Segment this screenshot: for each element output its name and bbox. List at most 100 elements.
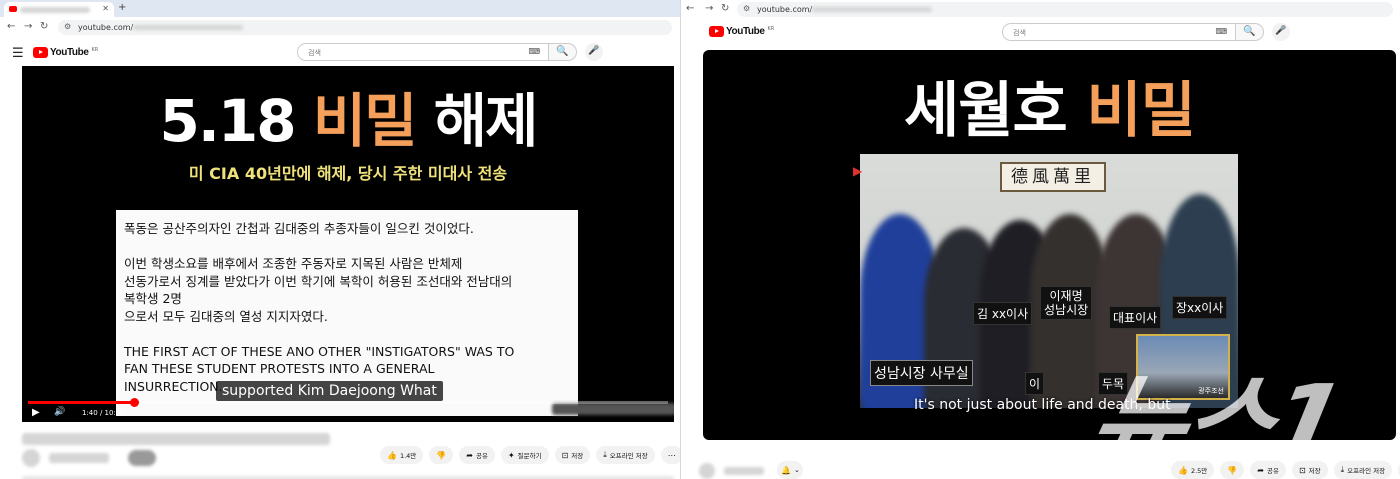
- reload-icon[interactable]: ↻: [721, 3, 729, 14]
- ask-icon: ✦: [507, 450, 515, 460]
- youtube-wordmark: YouTube: [50, 47, 89, 58]
- like-icon: 👍: [387, 450, 397, 460]
- reload-icon[interactable]: ↻: [40, 21, 48, 32]
- headline-part-2: 해제: [415, 87, 539, 155]
- youtube-header: YouTube KR 검색 ⌨ 🔍 🎤: [681, 20, 1400, 46]
- url-field[interactable]: ⚙ youtube.com/: [737, 2, 1393, 17]
- keyboard-icon[interactable]: ⌨: [528, 47, 540, 56]
- share-icon: ➦: [1257, 465, 1264, 475]
- bell-icon: 🔔: [781, 465, 791, 475]
- search-placeholder: 검색: [1013, 29, 1026, 37]
- dislike-button[interactable]: 👎: [1220, 461, 1245, 479]
- url-text: youtube.com/: [757, 5, 813, 14]
- site-info-icon[interactable]: ⚙: [64, 22, 71, 31]
- headline-part-1: 5.18: [159, 87, 313, 155]
- video-player[interactable]: 5.18 비밀 해제 미 CIA 40년만에 해제, 당시 주한 미대사 전송 …: [22, 66, 674, 422]
- document-line: THE FIRST ACT OF THESE ANO OTHER "INSTIG…: [124, 343, 515, 359]
- keyboard-icon[interactable]: ⌨: [1215, 27, 1227, 36]
- download-button[interactable]: ⤓ 오프라인 저장: [1333, 461, 1393, 479]
- headline-accent: 비밀: [312, 87, 418, 155]
- voice-search-button[interactable]: 🎤: [585, 43, 603, 61]
- save-button[interactable]: ⊡ 저장: [554, 446, 591, 464]
- like-button[interactable]: 👍 1.4만: [380, 446, 424, 464]
- url-blurred: [812, 7, 933, 12]
- label-ceo: 대표이사: [1109, 306, 1162, 329]
- site-info-icon[interactable]: ⚙: [743, 4, 750, 13]
- new-tab-icon[interactable]: +: [118, 2, 126, 13]
- headline-accent: 비밀: [1086, 76, 1196, 146]
- progress-fill: [28, 401, 134, 404]
- youtube-logo[interactable]: YouTube KR: [33, 47, 98, 58]
- voice-search-button[interactable]: 🎤: [1272, 23, 1290, 41]
- search-input[interactable]: 검색 ⌨: [1002, 23, 1236, 41]
- url-blurred: [133, 25, 244, 30]
- like-label: 2.5만: [1190, 467, 1208, 475]
- share-label: 공유: [475, 452, 488, 460]
- download-label: 오프라인 저장: [1347, 467, 1386, 475]
- browser-tab[interactable]: ✕: [4, 2, 114, 17]
- notification-bell-button[interactable]: 🔔 ⌄: [777, 461, 803, 479]
- channel-info-blurred: [22, 447, 157, 467]
- save-icon: ⊡: [561, 450, 569, 460]
- time-display: 1:40 / 10:06: [82, 409, 125, 417]
- address-bar-row: ← → ↻ ⚙ youtube.com/: [681, 0, 1400, 18]
- search-placeholder: 검색: [308, 49, 321, 57]
- ask-button[interactable]: ✦ 질문하기: [500, 446, 549, 464]
- save-label: 저장: [571, 452, 584, 460]
- youtube-logo[interactable]: YouTube KR: [709, 26, 774, 37]
- like-button[interactable]: 👍 2.5만: [1171, 461, 1215, 479]
- search-button[interactable]: 🔍: [1236, 23, 1264, 41]
- forward-icon[interactable]: →: [24, 21, 32, 32]
- mic-icon: 🎤: [588, 46, 600, 56]
- news1-watermark: 뉴스1: [1078, 362, 1350, 479]
- volume-icon[interactable]: 🔊: [54, 407, 65, 417]
- forward-icon[interactable]: →: [705, 3, 713, 14]
- document-line: FAN THESE STUDENT PROTESTS INTO A GENERA…: [124, 361, 435, 376]
- channel-avatar[interactable]: [22, 448, 40, 467]
- label-kim: 김 xx이사: [973, 302, 1033, 325]
- menu-icon[interactable]: ☰: [12, 46, 24, 61]
- ask-label: 질문하기: [517, 452, 542, 460]
- share-button[interactable]: ➦ 공유: [459, 446, 495, 464]
- region-code: KR: [91, 47, 99, 53]
- left-browser-window: ✕ + ← → ↻ ⚙ youtube.com/ ☰ YouTube KR 검색…: [0, 0, 680, 479]
- dislike-icon: 👎: [436, 450, 447, 460]
- progress-bar[interactable]: [28, 398, 668, 407]
- tab-strip: ✕ +: [0, 0, 680, 17]
- download-icon: ⤓: [603, 450, 607, 459]
- video-actions: 👍2.5만👎➦공유⊡저장⤓오프라인 저장⋯: [1171, 461, 1400, 479]
- back-icon[interactable]: ←: [686, 3, 694, 14]
- youtube-favicon-icon: [9, 6, 17, 12]
- share-button[interactable]: ➦ 공유: [1250, 461, 1286, 479]
- label-bottom-left: 이: [1025, 372, 1045, 395]
- save-button[interactable]: ⊡ 저장: [1291, 461, 1328, 479]
- progress-knob[interactable]: [129, 398, 139, 407]
- search-button[interactable]: 🔍: [549, 43, 577, 61]
- search-input[interactable]: 검색 ⌨: [297, 43, 549, 61]
- document-line: 선동가로서 징계를 받았다가 이번 학기에 복학이 허용된 조선대와 전남대의: [124, 273, 513, 289]
- channel-info-blurred: [699, 460, 765, 479]
- mic-icon: 🎤: [1275, 26, 1287, 36]
- video-headline: 세월호 비밀: [703, 62, 1396, 149]
- url-field[interactable]: ⚙ youtube.com/: [58, 20, 672, 35]
- download-button[interactable]: ⤓ 오프라인 저장: [596, 446, 655, 464]
- channel-avatar[interactable]: [699, 462, 715, 479]
- youtube-play-icon: [709, 26, 724, 37]
- download-icon: ⤓: [1340, 465, 1345, 474]
- address-bar-row: ← → ↻ ⚙ youtube.com/: [0, 17, 680, 37]
- dislike-button[interactable]: 👎: [429, 446, 454, 464]
- save-label: 저장: [1308, 467, 1321, 475]
- share-icon: ➦: [466, 450, 473, 460]
- description-blurred: [22, 470, 674, 479]
- more-button[interactable]: ⋯: [660, 446, 680, 464]
- back-icon[interactable]: ←: [7, 21, 15, 32]
- video-subtitle: 미 CIA 40년만에 해제, 당시 주한 미대사 전송: [188, 164, 508, 183]
- play-icon[interactable]: ▶: [32, 407, 40, 418]
- subscribe-button[interactable]: [128, 449, 157, 466]
- tab-title: [20, 6, 90, 13]
- youtube-play-icon: [33, 47, 48, 58]
- close-tab-icon[interactable]: ✕: [102, 4, 109, 13]
- label-jang: 장xx이사: [1172, 296, 1228, 319]
